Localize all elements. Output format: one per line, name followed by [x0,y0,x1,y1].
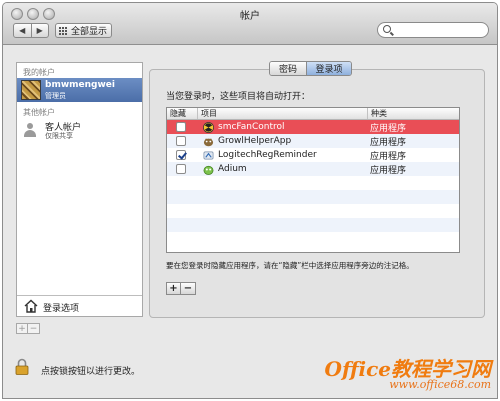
growl-icon [203,137,214,146]
nav-segment: ◀ ▶ [13,23,49,38]
hide-checkbox[interactable] [176,150,186,160]
window-title: 帐户 [240,11,260,22]
login-item-add-remove: + − [166,282,196,295]
login-items-intro: 当您登录时，这些项目将自动打开： [166,92,311,102]
my-accounts-header: 我的帐户 [23,68,55,77]
sidebar-item-guest[interactable]: 客人帐户 仅限共享 [17,119,142,141]
tab-password[interactable]: 密码 [270,62,306,75]
show-all-label: 全部显示 [71,27,108,37]
user-name: bmwmengwei [45,80,115,90]
user-role: 管理员 [45,92,66,100]
item-name: smcFanControl [218,122,285,132]
table-header: 隐藏 项目 种类 [167,108,459,120]
table-row[interactable]: Adium 应用程序 [167,162,459,176]
table-row[interactable]: GrowlHelperApp 应用程序 [167,134,459,148]
hide-checkbox[interactable] [176,136,186,146]
guest-subtitle: 仅限共享 [45,132,73,140]
column-item[interactable]: 项目 [197,108,367,119]
add-login-item-button[interactable]: + [166,282,181,295]
fan-icon [203,121,214,133]
empty-row [167,204,459,218]
login-items-table: 隐藏 项目 种类 smcFanControl 应用程序 GrowlHelperA… [166,107,460,253]
lock-icon[interactable] [15,358,29,375]
empty-row [167,176,459,190]
table-row[interactable]: smcFanControl 应用程序 [167,120,459,134]
show-all-button[interactable]: 全部显示 [55,23,112,38]
remove-login-item-button[interactable]: − [181,282,196,295]
column-hide[interactable]: 隐藏 [167,108,197,119]
empty-row [167,232,459,246]
column-kind[interactable]: 种类 [367,108,459,119]
back-button[interactable]: ◀ [14,24,31,37]
other-accounts-header: 其他帐户 [23,108,55,117]
tab-bar: 密码 登录项 [269,61,352,76]
logitech-icon [203,150,214,160]
login-options-label: 登录选项 [43,304,80,314]
preferences-window: 帐户 ◀ ▶ 全部显示 我的帐户 bmwmengwei 管理员 其他帐户 客人帐… [2,2,498,399]
forward-button[interactable]: ▶ [30,24,49,37]
search-field[interactable] [377,22,489,38]
house-icon [24,299,38,313]
title-bar: 帐户 ◀ ▶ 全部显示 [3,3,497,45]
item-kind: 应用程序 [370,137,407,148]
accounts-sidebar: 我的帐户 bmwmengwei 管理员 其他帐户 客人帐户 仅限共享 登录选项 [16,62,143,317]
grid-icon [59,26,67,35]
adium-icon [203,165,214,175]
sidebar-item-current-user[interactable]: bmwmengwei 管理员 [17,78,142,102]
watermark: Office教程学习网 www.office68.com [325,359,491,390]
item-name: LogitechRegReminder [218,150,317,160]
item-kind: 应用程序 [370,151,407,162]
item-kind: 应用程序 [370,165,407,176]
login-options-button[interactable]: 登录选项 [17,295,142,317]
tab-login-items[interactable]: 登录项 [306,62,351,75]
empty-row [167,218,459,232]
empty-row [167,190,459,204]
user-avatar [21,80,41,100]
hide-checkbox[interactable] [176,122,186,132]
watermark-title: Office教程学习网 [324,357,491,381]
account-add-remove: + − [16,323,40,334]
item-name: Adium [218,164,247,174]
table-row[interactable]: LogitechRegReminder 应用程序 [167,148,459,162]
lock-hint: 点按锁按钮以进行更改。 [41,367,141,377]
hide-instruction: 要在您登录时隐藏应用程序，请在“隐藏”栏中选择应用程序旁边的注记格。 [166,261,414,270]
item-kind: 应用程序 [370,123,407,134]
add-account-button[interactable]: + [16,323,28,334]
search-icon [383,25,391,33]
remove-account-button[interactable]: − [28,323,40,334]
item-name: GrowlHelperApp [218,136,292,146]
hide-checkbox[interactable] [176,164,186,174]
guest-user-icon [23,123,37,137]
